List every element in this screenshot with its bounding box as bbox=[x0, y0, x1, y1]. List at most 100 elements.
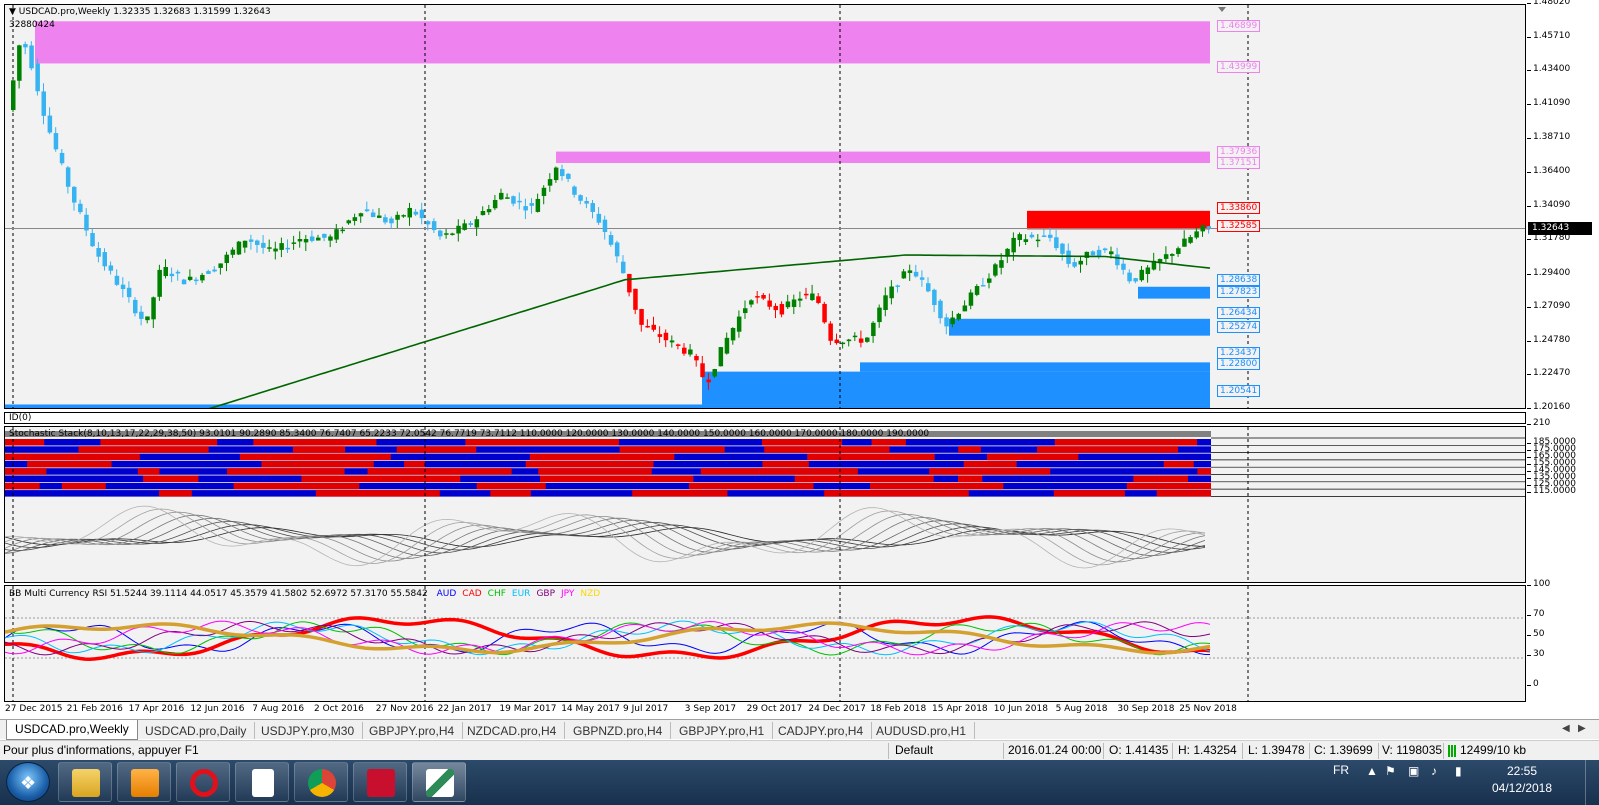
stoch-segment bbox=[78, 446, 209, 453]
time-tick: 27 Dec 2015 bbox=[5, 704, 63, 714]
time-axis[interactable]: 27 Dec 2015 21 Feb 2016 17 Apr 2016 12 Jun … bbox=[4, 703, 1526, 717]
metatrader-window: ▼ USDCAD.pro,Weekly 1.32335 1.32683 1.31… bbox=[0, 0, 1599, 805]
candle-body bbox=[108, 265, 114, 271]
candle-body bbox=[944, 317, 949, 327]
candle-body bbox=[1109, 251, 1114, 255]
stoch-segment bbox=[227, 468, 345, 475]
candle-body bbox=[1188, 237, 1193, 243]
candle-body bbox=[736, 316, 742, 332]
chart-tab[interactable]: USDCAD.pro,Weekly bbox=[6, 720, 138, 740]
network-icon[interactable]: ▣ bbox=[1408, 764, 1419, 778]
taskbar-metatrader[interactable] bbox=[412, 762, 466, 802]
taskbar-document[interactable] bbox=[235, 762, 289, 802]
candle-body bbox=[730, 328, 736, 341]
chart-tab[interactable]: GBPJPY.pro,H4 bbox=[361, 722, 464, 739]
document-icon bbox=[252, 769, 274, 797]
status-help-text: Pour plus d'informations, appuyer F1 bbox=[3, 743, 199, 757]
status-traffic: 12499/10 kb bbox=[1460, 743, 1527, 757]
demand-zone-4 bbox=[5, 404, 1210, 408]
rsi-legend-cad: CAD bbox=[462, 589, 482, 599]
candle-body bbox=[462, 223, 467, 230]
candle-body bbox=[78, 203, 83, 213]
stochastic-stack-pane[interactable]: Stochastic Stack(8,10,13,17,22,29,38,50)… bbox=[4, 426, 1526, 583]
chart-tab[interactable]: NZDCAD.pro,H4 bbox=[459, 722, 566, 739]
start-button[interactable]: ❖ bbox=[6, 762, 50, 802]
collapse-arrow-icon[interactable]: ▼ bbox=[9, 7, 16, 17]
stoch-segment bbox=[5, 453, 140, 461]
time-tick: 7 Aug 2016 bbox=[252, 704, 305, 714]
level-label-red-low: 1.32585 bbox=[1217, 220, 1261, 232]
candle-body bbox=[72, 186, 77, 203]
chart-tab[interactable]: USDCAD.pro,Daily bbox=[137, 722, 256, 739]
battery-icon[interactable]: ▮ bbox=[1455, 764, 1462, 778]
time-tick: 21 Feb 2016 bbox=[66, 704, 123, 714]
stochastic-canvas[interactable] bbox=[5, 427, 1526, 583]
candle-body bbox=[261, 242, 266, 248]
media-player-icon bbox=[131, 769, 159, 797]
taskbar-clock[interactable]: 22:55 04/12/2018 bbox=[1486, 763, 1558, 797]
candle-body bbox=[1017, 234, 1022, 240]
language-indicator[interactable]: FR bbox=[1333, 763, 1349, 777]
taskbar-explorer[interactable] bbox=[58, 762, 112, 802]
candle-body bbox=[608, 235, 614, 245]
candle-body bbox=[492, 199, 498, 209]
candle-body bbox=[639, 309, 644, 325]
candle-body bbox=[139, 311, 144, 319]
candle-body bbox=[194, 279, 199, 282]
stoch-segment bbox=[301, 475, 461, 482]
stoch-scale-tick: 115.0000 bbox=[1527, 486, 1576, 496]
candle-body bbox=[682, 347, 687, 354]
candle-body bbox=[334, 229, 339, 240]
stoch-segment bbox=[540, 475, 694, 482]
action-center-flag-icon[interactable]: ⚑ bbox=[1385, 764, 1396, 778]
candle-body bbox=[743, 308, 748, 314]
candle-body bbox=[614, 242, 620, 257]
demand-zone-3b bbox=[702, 371, 1210, 405]
time-tick: 27 Nov 2016 bbox=[375, 704, 434, 714]
chart-tab[interactable]: AUDUSD.pro,H1 bbox=[868, 722, 976, 739]
time-tick: 18 Feb 2018 bbox=[870, 704, 927, 714]
tray-expand-icon[interactable]: ▲ bbox=[1366, 764, 1378, 778]
price-tick: 1.24780 bbox=[1526, 334, 1571, 345]
show-desktop-button[interactable] bbox=[1585, 760, 1599, 805]
taskbar-opera[interactable] bbox=[176, 762, 230, 802]
price-tick: 1.45710 bbox=[1526, 30, 1571, 41]
candle-body bbox=[1133, 278, 1138, 282]
candle-body bbox=[755, 296, 760, 298]
stoch-segment bbox=[5, 468, 47, 475]
candle-body bbox=[865, 337, 870, 342]
price-scale[interactable]: 1.48020 1.45710 1.43400 1.41090 1.38710 1.364… bbox=[1526, 0, 1599, 702]
tab-scroll-right-icon[interactable]: ▶ bbox=[1578, 723, 1590, 734]
candle-body bbox=[303, 239, 309, 243]
candle-body bbox=[1096, 249, 1102, 257]
taskbar-media-player[interactable] bbox=[117, 762, 171, 802]
chart-tab[interactable]: CADJPY.pro,H4 bbox=[770, 722, 873, 739]
multi-currency-rsi-pane[interactable]: BB Multi Currency RSI 51.5244 39.1114 44… bbox=[4, 585, 1526, 702]
price-chart-pane[interactable]: ▼ USDCAD.pro,Weekly 1.32335 1.32683 1.31… bbox=[4, 4, 1526, 409]
stoch-segment bbox=[1197, 468, 1211, 475]
candle-body bbox=[596, 213, 602, 223]
candle-body bbox=[688, 349, 693, 355]
id-indicator-pane[interactable]: ID(0) bbox=[4, 412, 1526, 424]
chart-tab[interactable]: USDJPY.pro,M30 bbox=[253, 722, 364, 739]
price-chart-canvas[interactable] bbox=[5, 5, 1526, 409]
stoch-segment bbox=[761, 439, 843, 446]
candle-body bbox=[834, 339, 839, 344]
taskbar-chrome[interactable] bbox=[294, 762, 348, 802]
rsi-legend-chf: CHF bbox=[487, 589, 506, 599]
candle-body bbox=[35, 63, 40, 92]
time-tick: 24 Dec 2017 bbox=[808, 704, 866, 714]
stoch-segment bbox=[632, 490, 728, 497]
candle-body bbox=[974, 286, 980, 295]
status-volume: V: 1198035 bbox=[1382, 743, 1443, 757]
candle-body bbox=[785, 301, 791, 308]
chart-tab[interactable]: GBPNZD.pro,H4 bbox=[565, 722, 672, 739]
time-tick: 19 Mar 2017 bbox=[499, 704, 557, 714]
rsi-canvas[interactable] bbox=[5, 586, 1526, 702]
tab-scroll-left-icon[interactable]: ◀ bbox=[1562, 723, 1574, 734]
taskbar-acrobat[interactable] bbox=[353, 762, 407, 802]
candle-body bbox=[474, 219, 480, 228]
volume-icon[interactable]: ♪ bbox=[1431, 764, 1437, 778]
candle-body bbox=[102, 252, 107, 267]
chart-tab[interactable]: GBPJPY.pro,H1 bbox=[671, 722, 774, 739]
